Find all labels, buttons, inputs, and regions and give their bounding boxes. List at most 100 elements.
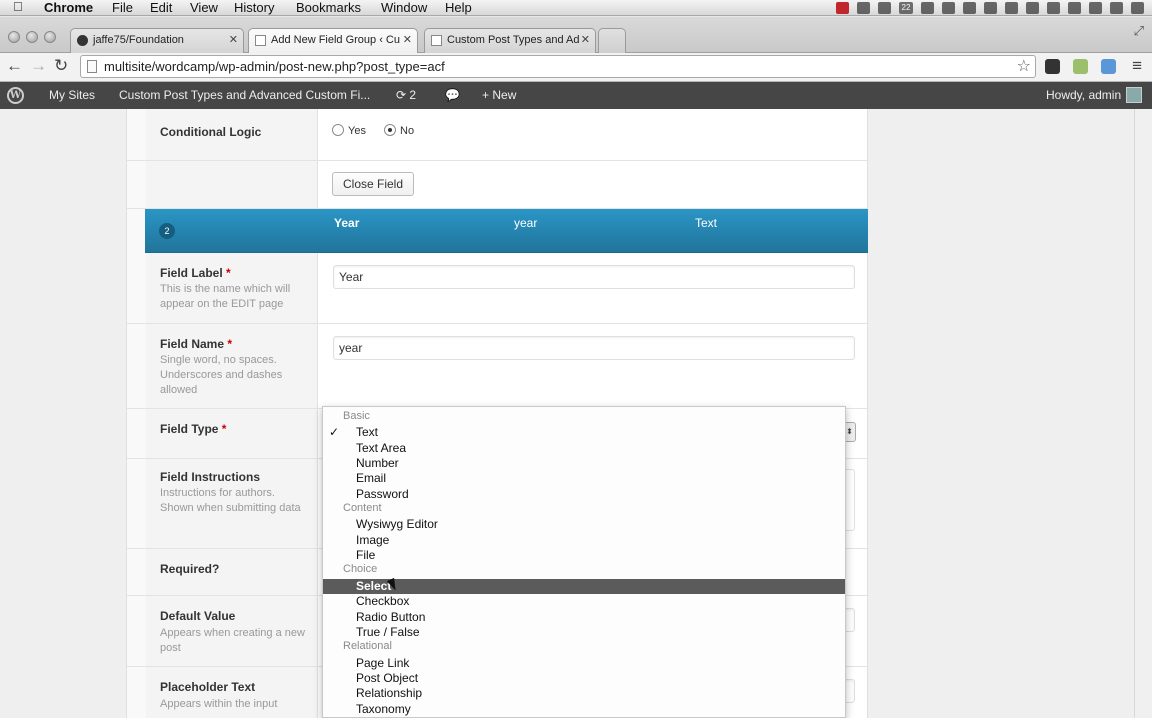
fullscreen-icon[interactable]: ⤢ — [1134, 23, 1144, 39]
mac-menu-bar:  Chrome File Edit View History Bookmark… — [0, 0, 1152, 16]
howdy-account-link[interactable]: Howdy, admin — [1046, 82, 1121, 109]
my-sites-link[interactable]: My Sites — [49, 82, 95, 109]
extension-icon[interactable] — [1045, 59, 1060, 74]
menu-edit[interactable]: Edit — [150, 0, 172, 16]
wordpress-logo-icon[interactable]: W — [7, 87, 24, 104]
menu-help[interactable]: Help — [445, 0, 472, 16]
reload-button[interactable]: ↻ — [54, 56, 68, 76]
field-label-input[interactable]: Year — [333, 265, 855, 289]
field-header-type: Text — [695, 216, 718, 230]
lock-icon[interactable] — [1089, 2, 1102, 14]
tab-foundation[interactable]: jaffe75/Foundation ✕ — [70, 28, 244, 53]
option-text-area[interactable]: Text Area — [356, 441, 406, 455]
close-tab-icon[interactable]: ✕ — [403, 29, 412, 52]
record-icon[interactable] — [836, 2, 849, 14]
field-order-badge: 2 — [159, 223, 175, 239]
group-choice: Choice — [343, 563, 378, 575]
label-text: Field Name — [160, 337, 225, 351]
highlighted-option-bar — [323, 579, 845, 594]
menu-window[interactable]: Window — [381, 0, 427, 16]
wifi-icon[interactable] — [1131, 2, 1144, 14]
option-image[interactable]: Image — [356, 533, 389, 547]
option-radio-button[interactable]: Radio Button — [356, 610, 425, 624]
menu-app-chrome[interactable]: Chrome — [44, 0, 93, 16]
option-true-false[interactable]: True / False — [356, 625, 420, 639]
tab-add-new-field-group[interactable]: Add New Field Group ‹ Cu ✕ — [248, 28, 418, 54]
close-tab-icon[interactable]: ✕ — [229, 29, 238, 52]
minimize-window-button[interactable] — [26, 31, 38, 43]
address-bar[interactable]: multisite/wordcamp/wp-admin/post-new.php… — [80, 55, 1036, 78]
apple-icon[interactable]:  — [13, 0, 23, 14]
option-page-link[interactable]: Page Link — [356, 656, 409, 670]
conditional-logic-label: Conditional Logic — [160, 125, 262, 139]
field-name-input[interactable]: year — [333, 336, 855, 360]
group-content: Content — [343, 502, 382, 514]
scrollbar[interactable] — [1134, 109, 1152, 718]
url-text[interactable]: multisite/wordcamp/wp-admin/post-new.php… — [104, 59, 445, 74]
dropbox-icon[interactable] — [942, 2, 955, 14]
mouse-icon[interactable] — [984, 2, 997, 14]
menu-icon[interactable]: ≡ — [1132, 56, 1142, 76]
option-taxonomy[interactable]: Taxonomy — [356, 702, 411, 716]
option-wysiwyg-editor[interactable]: Wysiwyg Editor — [356, 517, 438, 531]
bookmark-star-icon[interactable]: ☆ — [1017, 56, 1031, 76]
radio-label: Yes — [348, 125, 366, 137]
option-email[interactable]: Email — [356, 471, 386, 485]
sync-arrows-icon[interactable] — [1101, 59, 1116, 74]
display-icon[interactable] — [1026, 2, 1039, 14]
conditional-no-radio[interactable]: No — [384, 124, 414, 137]
conditional-yes-radio[interactable]: Yes — [332, 124, 366, 137]
close-tab-icon[interactable]: ✕ — [581, 29, 590, 52]
placeholder-text-label: Placeholder Text — [160, 680, 256, 694]
bluetooth-icon[interactable] — [1005, 2, 1018, 14]
chat-icon[interactable] — [857, 2, 870, 14]
option-file[interactable]: File — [356, 548, 375, 562]
arrows-icon[interactable] — [1110, 2, 1123, 14]
option-password[interactable]: Password — [356, 487, 409, 501]
option-post-object[interactable]: Post Object — [356, 671, 418, 685]
back-button[interactable]: ← — [6, 56, 23, 76]
close-field-button[interactable]: Close Field — [332, 172, 415, 196]
new-label: New — [492, 88, 517, 102]
option-relationship[interactable]: Relationship — [356, 686, 422, 700]
airplay-icon[interactable] — [1047, 2, 1060, 14]
new-content-link[interactable]: + New — [482, 82, 516, 109]
tab-label: Custom Post Types and Ad — [447, 34, 580, 46]
tab-label: Add New Field Group ‹ Cu — [271, 34, 400, 46]
close-window-button[interactable] — [8, 31, 20, 43]
value-cell: Yes No — [318, 109, 867, 160]
window-icon[interactable] — [921, 2, 934, 14]
wp-admin-bar: W My Sites Custom Post Types and Advance… — [0, 82, 1152, 109]
menu-history[interactable]: History — [234, 0, 274, 16]
updates-link[interactable]: ⟳ 2 — [396, 82, 416, 109]
comments-icon[interactable]: 💬 — [445, 82, 460, 109]
sync-icon[interactable] — [878, 2, 891, 14]
radio-dot — [384, 124, 396, 136]
js-extension-icon[interactable] — [1073, 59, 1088, 74]
menu-bookmarks[interactable]: Bookmarks — [296, 0, 361, 16]
new-tab-button[interactable] — [598, 28, 626, 53]
field-type-dropdown[interactable]: Basic ✓ Text Text Area Number Email Pass… — [322, 406, 846, 718]
field-name-description: Single word, no spaces. Underscores and … — [160, 354, 283, 396]
calendar-icon[interactable]: 22 — [899, 2, 913, 14]
tab-label: jaffe75/Foundation — [93, 34, 184, 46]
field-header-bar[interactable]: 2 Year year Text — [145, 209, 868, 253]
zoom-window-button[interactable] — [44, 31, 56, 43]
option-checkbox[interactable]: Checkbox — [356, 594, 409, 608]
field-instructions-description: Instructions for authors. Shown when sub… — [160, 487, 301, 514]
default-value-label: Default Value — [160, 609, 236, 623]
menu-view[interactable]: View — [190, 0, 218, 16]
tab-custom-post-types[interactable]: Custom Post Types and Ad ✕ — [424, 28, 596, 53]
menu-file[interactable]: File — [112, 0, 133, 16]
avatar[interactable] — [1126, 87, 1142, 103]
default-value-description: Appears when creating a new post — [160, 627, 305, 654]
time-machine-icon[interactable] — [1068, 2, 1081, 14]
option-text[interactable]: Text — [356, 425, 378, 439]
conditional-logic-row: Yes No Conditional Logic — [127, 109, 867, 161]
field-header-label[interactable]: Year — [334, 216, 359, 230]
forward-button[interactable]: → — [30, 56, 47, 76]
plus-icon: + — [482, 88, 490, 102]
site-name-link[interactable]: Custom Post Types and Advanced Custom Fi… — [119, 82, 370, 109]
upload-icon[interactable] — [963, 2, 976, 14]
option-number[interactable]: Number — [356, 456, 399, 470]
